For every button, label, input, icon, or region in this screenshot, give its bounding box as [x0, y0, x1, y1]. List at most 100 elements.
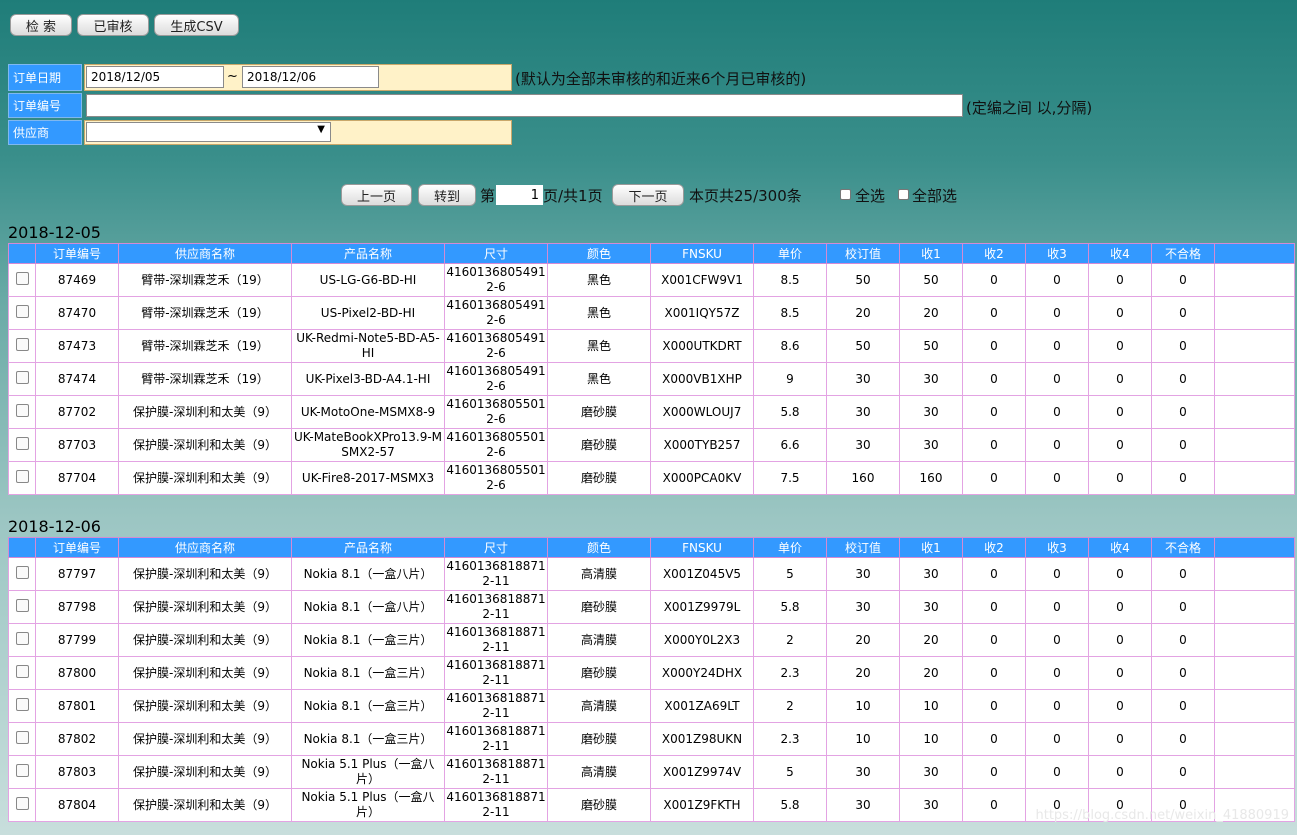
supplier-name-cell: 保护膜-深圳利和太美（9） [118, 395, 292, 429]
size-cell: 41601368188712-11 [444, 722, 548, 756]
size-cell: 41601368054912-6 [444, 329, 548, 363]
recv-2-cell: 0 [962, 689, 1026, 723]
fnsku-cell: X000TYB257 [650, 428, 754, 462]
row-checkbox[interactable] [15, 565, 29, 579]
column-header-rejected[interactable]: 不合格 [1151, 537, 1215, 558]
color-cell: 磨砂膜 [547, 395, 651, 429]
row-checkbox[interactable] [15, 598, 29, 612]
size-cell: 41601368055012-6 [444, 428, 548, 462]
row-checkbox[interactable] [15, 796, 29, 810]
unit-price-cell: 5.8 [753, 788, 827, 822]
column-header-order-number[interactable]: 订单编号 [35, 243, 119, 264]
column-header-revised-qty[interactable]: 校订值 [826, 537, 900, 558]
row-checkbox[interactable] [15, 697, 29, 711]
recv-4-cell: 0 [1088, 590, 1152, 624]
date-range-separator: ~ [227, 69, 238, 84]
column-header-supplier-name[interactable]: 供应商名称 [118, 243, 292, 264]
goto-page-button[interactable]: 转到 [418, 184, 476, 206]
color-cell: 磨砂膜 [547, 788, 651, 822]
revised-qty-cell: 20 [826, 656, 900, 690]
fnsku-cell: X000Y0L2X3 [650, 623, 754, 657]
column-header-revised-qty[interactable]: 校订值 [826, 243, 900, 264]
column-header-supplier-name[interactable]: 供应商名称 [118, 537, 292, 558]
unit-price-cell: 9 [753, 362, 827, 396]
rejected-cell: 0 [1151, 461, 1215, 495]
row-select-cell [8, 656, 36, 690]
row-checkbox[interactable] [15, 763, 29, 777]
order-number-input[interactable] [86, 94, 963, 117]
row-checkbox[interactable] [15, 436, 29, 450]
page-number-input[interactable] [496, 185, 543, 205]
generate-csv-button[interactable]: 生成CSV [154, 14, 239, 36]
size-cell: 41601368188712-11 [444, 590, 548, 624]
order-number-cell: 87799 [35, 623, 119, 657]
orders-table: 订单编号 供应商名称 产品名称 尺寸 颜色 FNSKU 单价 校订值 收1 收2 收3 收4 不合格 8… [8, 537, 1295, 822]
column-header-rejected[interactable]: 不合格 [1151, 243, 1215, 264]
unit-price-cell: 8.6 [753, 329, 827, 363]
date-to-input[interactable] [242, 66, 379, 88]
column-header-product-name[interactable]: 产品名称 [291, 537, 445, 558]
row-checkbox[interactable] [15, 304, 29, 318]
size-cell: 41601368055012-6 [444, 395, 548, 429]
rejected-cell: 0 [1151, 428, 1215, 462]
column-header-recv-2[interactable]: 收2 [962, 537, 1026, 558]
recv-3-cell: 0 [1025, 263, 1089, 297]
column-header-size[interactable]: 尺寸 [444, 243, 548, 264]
column-header-recv-3[interactable]: 收3 [1025, 243, 1089, 264]
row-checkbox[interactable] [15, 370, 29, 384]
row-checkbox[interactable] [15, 730, 29, 744]
row-checkbox[interactable] [15, 631, 29, 645]
supplier-select[interactable]: ▼ [86, 122, 331, 142]
row-select-cell [8, 590, 36, 624]
column-header-recv-1[interactable]: 收1 [899, 243, 963, 264]
spacer-cell [1214, 722, 1295, 756]
select-column-header [8, 537, 36, 558]
recv-3-cell: 0 [1025, 395, 1089, 429]
supplier-name-cell: 保护膜-深圳利和太美（9） [118, 590, 292, 624]
column-header-recv-4[interactable]: 收4 [1088, 537, 1152, 558]
row-checkbox[interactable] [15, 469, 29, 483]
recv-1-cell: 10 [899, 689, 963, 723]
column-header-color[interactable]: 颜色 [547, 537, 651, 558]
column-header-recv-1[interactable]: 收1 [899, 537, 963, 558]
product-name-cell: Nokia 8.1（一盒三片） [291, 689, 445, 723]
color-cell: 黑色 [547, 329, 651, 363]
row-checkbox[interactable] [15, 403, 29, 417]
table-row: 87801 保护膜-深圳利和太美（9） Nokia 8.1（一盒三片） 4160136… [8, 689, 1295, 723]
select-all-checkbox[interactable] [840, 189, 851, 200]
column-header-unit-price[interactable]: 单价 [753, 243, 827, 264]
supplier-name-cell: 保护膜-深圳利和太美（9） [118, 722, 292, 756]
select-all-pages-checkbox[interactable] [898, 189, 909, 200]
row-select-cell [8, 755, 36, 789]
date-from-input[interactable] [86, 66, 224, 88]
recv-1-cell: 10 [899, 722, 963, 756]
row-checkbox[interactable] [15, 664, 29, 678]
revised-qty-cell: 30 [826, 590, 900, 624]
order-number-cell: 87798 [35, 590, 119, 624]
column-header-order-number[interactable]: 订单编号 [35, 537, 119, 558]
search-button[interactable]: 检 索 [10, 14, 72, 36]
row-checkbox[interactable] [15, 337, 29, 351]
column-header-recv-2[interactable]: 收2 [962, 243, 1026, 264]
column-header-fnsku[interactable]: FNSKU [650, 537, 754, 558]
size-cell: 41601368188712-11 [444, 656, 548, 690]
column-header-product-name[interactable]: 产品名称 [291, 243, 445, 264]
group-date-title: 2018-12-06 [8, 517, 101, 536]
approved-button[interactable]: 已审核 [77, 14, 149, 36]
order-date-label: 订单日期 [8, 64, 82, 91]
column-header-fnsku[interactable]: FNSKU [650, 243, 754, 264]
prev-page-button[interactable]: 上一页 [341, 184, 412, 206]
color-cell: 磨砂膜 [547, 656, 651, 690]
color-cell: 磨砂膜 [547, 722, 651, 756]
row-checkbox[interactable] [15, 271, 29, 285]
table-row: 87799 保护膜-深圳利和太美（9） Nokia 8.1（一盒三片） 4160136… [8, 623, 1295, 657]
column-header-recv-3[interactable]: 收3 [1025, 537, 1089, 558]
column-header-size[interactable]: 尺寸 [444, 537, 548, 558]
next-page-button[interactable]: 下一页 [612, 184, 684, 206]
column-header-color[interactable]: 颜色 [547, 243, 651, 264]
order-number-cell: 87801 [35, 689, 119, 723]
recv-4-cell: 0 [1088, 557, 1152, 591]
column-header-recv-4[interactable]: 收4 [1088, 243, 1152, 264]
color-cell: 黑色 [547, 296, 651, 330]
column-header-unit-price[interactable]: 单价 [753, 537, 827, 558]
